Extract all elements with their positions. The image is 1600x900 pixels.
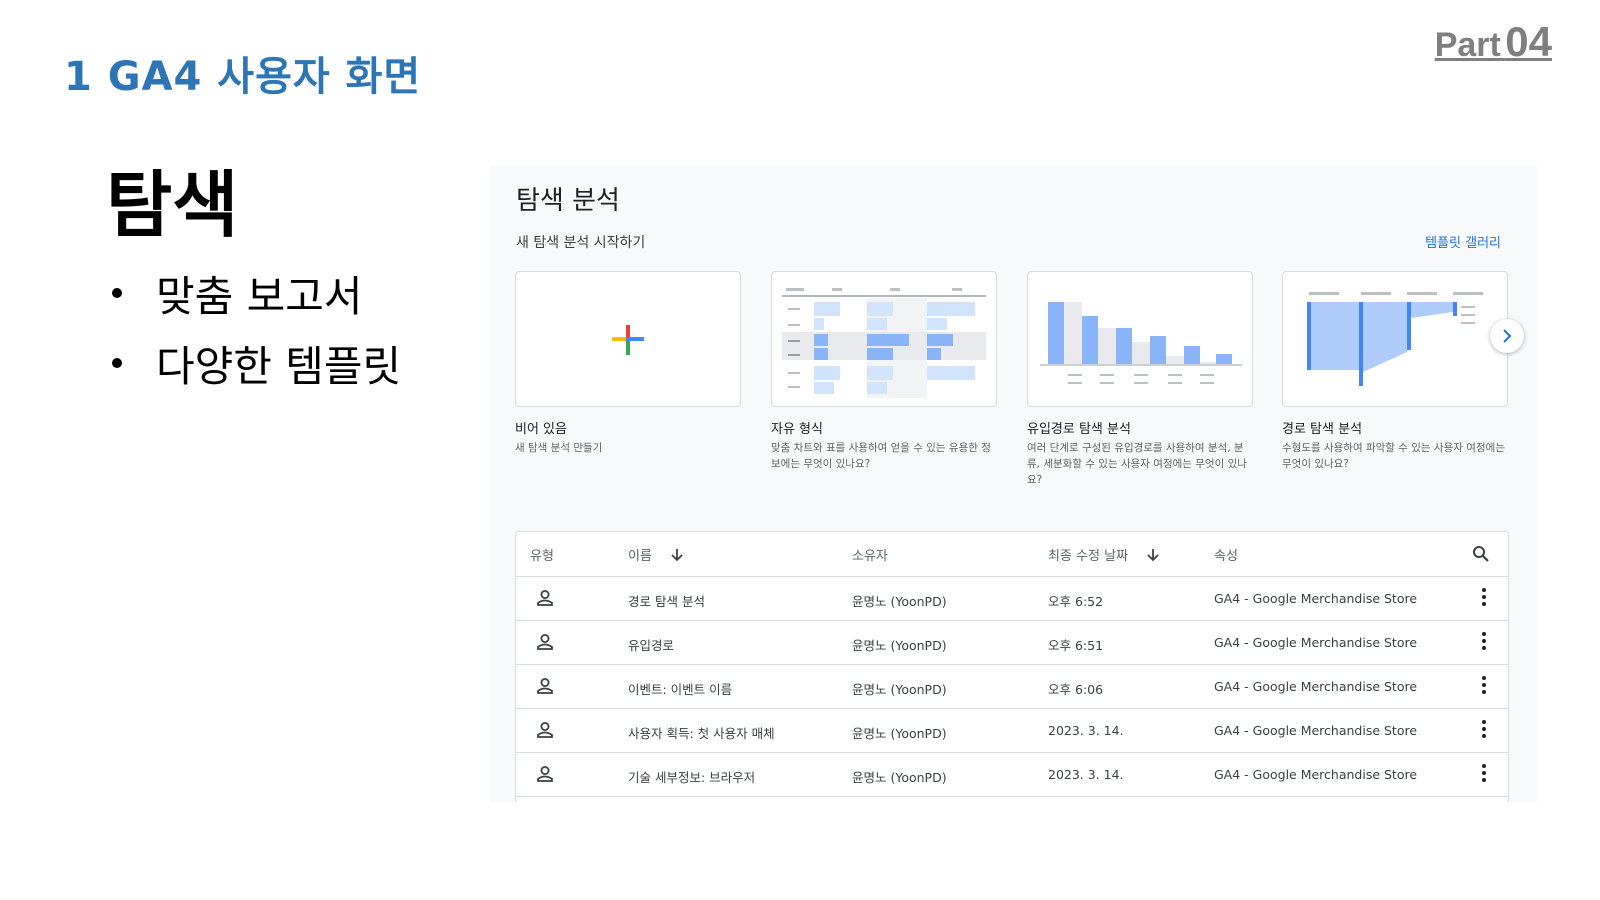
part-word: Part [1434,26,1501,64]
row-property: GA4 - Google Merchandise Store [1214,591,1418,606]
row-name[interactable]: 유입경로 [628,635,674,654]
header-modified-label: 최종 수정 날짜 [1048,549,1129,564]
part-label: Part 04 [1435,18,1552,66]
bullet-dot [112,288,122,298]
part-number: 04 [1505,18,1552,65]
card-label-free-form: 자유 형식 [771,422,823,437]
person-icon [537,678,553,694]
bullet-text: 맞춤 보고서 [156,271,363,321]
table-row[interactable]: 유입경로 윤명노 (YoonPD) 오후 6:51 GA4 - Google M… [516,621,1508,665]
card-label-path: 경로 탐색 분석 [1282,422,1363,437]
header-name-label: 이름 [628,549,652,564]
row-modified: 2023. 3. 14. [1048,723,1124,738]
more-vert-icon[interactable] [1482,720,1486,740]
more-vert-icon[interactable] [1482,676,1486,696]
free-form-thumbnail-icon [782,288,986,398]
plus-icon [612,325,644,355]
row-name[interactable]: 경로 탐색 분석 [628,591,705,610]
row-name[interactable]: 이벤트: 이벤트 이름 [628,679,732,698]
bullet-dot [112,358,122,368]
row-owner: 윤명노 (YoonPD) [852,726,947,741]
card-desc-path: 수형도를 사용하여 파악할 수 있는 사용자 여정에는 무엇이 있나요? [1282,442,1505,470]
row-name[interactable]: 기술 세부정보: 브라우저 [628,767,755,786]
card-label-funnel: 유입경로 탐색 분석 [1027,422,1131,437]
explorations-table: 유형 이름 소유자 최종 수정 날짜 속성 경로 탐색 분석 윤명노 (Yoon… [515,531,1509,802]
card-desc-free-form: 맞춤 차트와 표를 사용하여 얻을 수 있는 유용한 정보에는 무엇이 있나요? [771,442,991,470]
header-modified[interactable]: 최종 수정 날짜 [1048,545,1160,564]
card-desc-funnel: 여러 단계로 구성된 유입경로를 사용하여 분석, 분류, 세분화할 수 있는 … [1027,442,1247,486]
header-name[interactable]: 이름 [628,545,684,564]
path-thumbnail-icon [1307,292,1483,386]
header-owner[interactable]: 소유자 [852,545,888,564]
row-owner: 윤명노 (YoonPD) [852,638,947,653]
bullet-item: 맞춤 보고서 [112,258,401,328]
table-header: 유형 이름 소유자 최종 수정 날짜 속성 [516,532,1508,577]
row-name[interactable]: 사용자 획득: 첫 사용자 매체 [628,723,775,742]
explore-panel: 탐색 분석 새 탐색 분석 시작하기 템플릿 갤러리 비어 있음 새 탐색 분석… [490,166,1537,802]
more-vert-icon[interactable] [1482,632,1486,652]
table-row[interactable]: 이벤트: 이벤트 이름 윤명노 (YoonPD) 오후 6:06 GA4 - G… [516,665,1508,709]
explore-subtitle: 새 탐색 분석 시작하기 [516,235,646,251]
card-label-blank: 비어 있음 [515,422,567,437]
header-type[interactable]: 유형 [530,545,554,564]
template-card-free-form[interactable] [771,271,997,407]
person-icon [537,722,553,738]
row-modified: 오후 6:06 [1048,682,1104,697]
row-property: GA4 - Google Merchandise Store [1214,679,1418,694]
table-row[interactable]: 사용자 획득: 첫 사용자 매체 윤명노 (YoonPD) 2023. 3. 1… [516,709,1508,753]
more-vert-icon[interactable] [1482,588,1486,608]
bullet-list: 맞춤 보고서 다양한 템플릿 [112,258,401,398]
row-owner: 윤명노 (YoonPD) [852,682,947,697]
row-modified: 2023. 3. 14. [1048,767,1124,782]
template-card-funnel[interactable] [1027,271,1253,407]
person-icon [537,766,553,782]
arrow-down-icon [1147,549,1159,562]
template-gallery-link[interactable]: 템플릿 갤러리 [1425,232,1501,251]
template-card-path[interactable] [1282,271,1508,407]
more-vert-icon[interactable] [1482,764,1486,784]
table-row[interactable]: 기술 세부정보: 브라우저 윤명노 (YoonPD) 2023. 3. 14. … [516,753,1508,797]
row-property: GA4 - Google Merchandise Store [1214,767,1418,782]
template-card-blank[interactable] [515,271,741,407]
funnel-thumbnail-icon [1040,302,1242,384]
explore-title: 탐색 분석 [516,186,620,216]
card-desc-blank: 새 탐색 분석 만들기 [515,442,603,454]
bullet-text: 다양한 템플릿 [156,341,402,391]
section-title: 1 GA4 사용자 화면 [64,54,422,100]
main-title: 탐색 [106,163,239,247]
table-row[interactable]: 경로 탐색 분석 윤명노 (YoonPD) 오후 6:52 GA4 - Goog… [516,577,1508,621]
person-icon [537,590,553,606]
header-property[interactable]: 속성 [1214,545,1238,564]
next-templates-button[interactable] [1490,319,1524,353]
row-property: GA4 - Google Merchandise Store [1214,635,1418,650]
arrow-down-icon [671,549,683,562]
row-owner: 윤명노 (YoonPD) [852,770,947,785]
row-owner: 윤명노 (YoonPD) [852,594,947,609]
bullet-item: 다양한 템플릿 [112,328,401,398]
search-icon[interactable] [1472,545,1490,563]
chevron-right-icon [1503,329,1512,343]
row-property: GA4 - Google Merchandise Store [1214,723,1418,738]
row-modified: 오후 6:52 [1048,594,1104,609]
person-icon [537,634,553,650]
row-modified: 오후 6:51 [1048,638,1104,653]
